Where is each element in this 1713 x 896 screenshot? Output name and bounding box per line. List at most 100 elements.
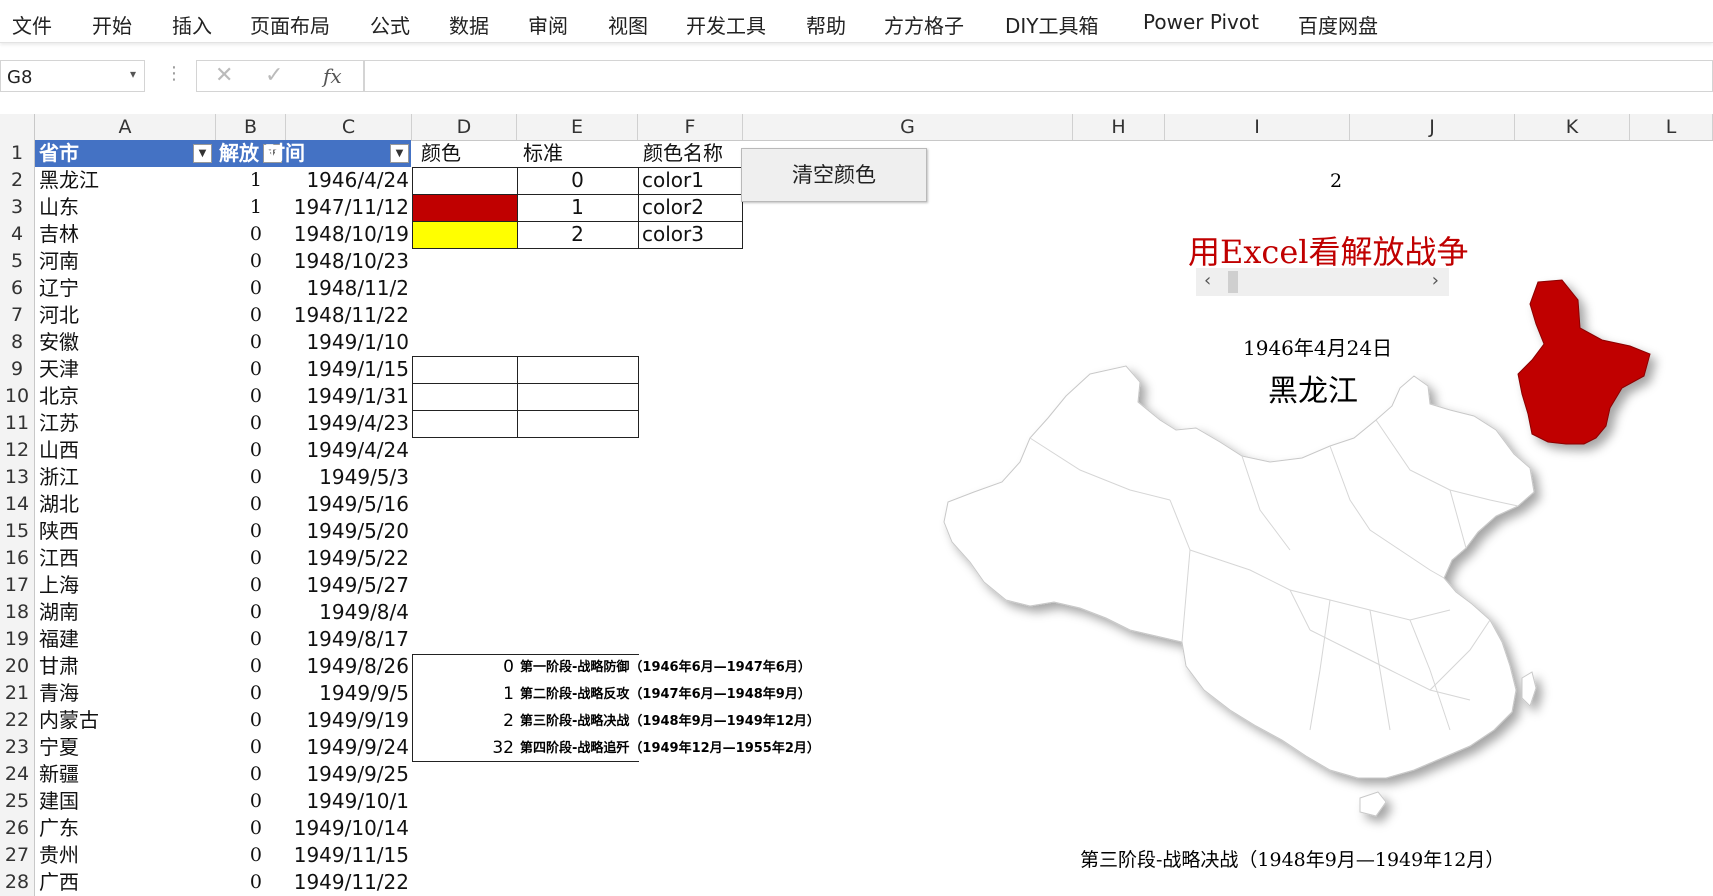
- column-header-L[interactable]: L: [1630, 114, 1713, 140]
- name-box[interactable]: G8 ▾: [0, 60, 145, 92]
- row-header[interactable]: 7: [0, 302, 34, 329]
- cell-date[interactable]: 1949/8/4: [265, 599, 409, 626]
- cell-date[interactable]: 1948/11/22: [265, 302, 409, 329]
- row-header[interactable]: 1: [0, 140, 34, 167]
- cell-province[interactable]: 山东: [39, 194, 214, 221]
- select-all-corner[interactable]: [0, 114, 35, 140]
- cell-liberated[interactable]: 0: [205, 599, 262, 626]
- cell-liberated[interactable]: 0: [205, 788, 262, 815]
- cell-province[interactable]: 湖北: [39, 491, 214, 518]
- ribbon-tab-8[interactable]: 开发工具: [686, 10, 766, 39]
- cell-province[interactable]: 甘肃: [39, 653, 214, 680]
- cell-province[interactable]: 陕西: [39, 518, 214, 545]
- column-header-B[interactable]: B: [216, 114, 286, 140]
- cell-date[interactable]: 1949/5/3: [265, 464, 409, 491]
- row-header[interactable]: 6: [0, 275, 34, 302]
- ribbon-tab-5[interactable]: 数据: [449, 10, 489, 39]
- column-header-E[interactable]: E: [517, 114, 638, 140]
- row-header[interactable]: 28: [0, 869, 34, 896]
- cell-province[interactable]: 江苏: [39, 410, 214, 437]
- row-header[interactable]: 17: [0, 572, 34, 599]
- cell-province[interactable]: 广东: [39, 815, 214, 842]
- cell-province[interactable]: 新疆: [39, 761, 214, 788]
- cell-liberated[interactable]: 0: [205, 761, 262, 788]
- ribbon-tab-10[interactable]: 方方格子: [884, 10, 964, 39]
- row-header[interactable]: 14: [0, 491, 34, 518]
- cell-color-name[interactable]: color2: [642, 194, 704, 221]
- ribbon-tab-0[interactable]: 文件: [12, 10, 52, 39]
- ribbon-tab-2[interactable]: 插入: [172, 10, 212, 39]
- column-header-I[interactable]: I: [1165, 114, 1350, 140]
- cell-province[interactable]: 福建: [39, 626, 214, 653]
- row-header[interactable]: 23: [0, 734, 34, 761]
- cell-color-name[interactable]: color1: [642, 167, 704, 194]
- cell-date[interactable]: 1949/5/16: [265, 491, 409, 518]
- row-header[interactable]: 5: [0, 248, 34, 275]
- ribbon-tab-13[interactable]: 百度网盘: [1298, 10, 1378, 39]
- cell-liberated[interactable]: 0: [205, 221, 262, 248]
- cell-province[interactable]: 安徽: [39, 329, 214, 356]
- row-header[interactable]: 13: [0, 464, 34, 491]
- cell-date[interactable]: 1949/11/22: [265, 869, 409, 896]
- cell-liberated[interactable]: 0: [205, 518, 262, 545]
- cell-liberated[interactable]: 0: [205, 842, 262, 869]
- cell-province[interactable]: 上海: [39, 572, 214, 599]
- cell-province[interactable]: 宁夏: [39, 734, 214, 761]
- cell-date[interactable]: 1949/4/23: [265, 410, 409, 437]
- cell-liberated[interactable]: 0: [205, 356, 262, 383]
- cell-date[interactable]: 1949/10/1: [265, 788, 409, 815]
- cell-date[interactable]: 1949/5/27: [265, 572, 409, 599]
- ribbon-tab-4[interactable]: 公式: [370, 10, 410, 39]
- column-header-J[interactable]: J: [1350, 114, 1515, 140]
- cell-province[interactable]: 江西: [39, 545, 214, 572]
- cell-liberated[interactable]: 0: [205, 680, 262, 707]
- color-swatch[interactable]: [413, 222, 517, 248]
- cell-liberated[interactable]: 0: [205, 734, 262, 761]
- row-header[interactable]: 8: [0, 329, 34, 356]
- row-header[interactable]: 10: [0, 383, 34, 410]
- cell-date[interactable]: 1949/5/22: [265, 545, 409, 572]
- cell-province[interactable]: 青海: [39, 680, 214, 707]
- ribbon-tab-6[interactable]: 审阅: [528, 10, 568, 39]
- cell-date[interactable]: 1949/1/10: [265, 329, 409, 356]
- cell-date[interactable]: 1949/9/5: [265, 680, 409, 707]
- chevron-down-icon[interactable]: ▾: [130, 67, 136, 81]
- row-header[interactable]: 19: [0, 626, 34, 653]
- column-header-C[interactable]: C: [286, 114, 412, 140]
- row-header[interactable]: 9: [0, 356, 34, 383]
- cell-liberated[interactable]: 0: [205, 302, 262, 329]
- row-header[interactable]: 21: [0, 680, 34, 707]
- color-swatch[interactable]: [413, 195, 517, 221]
- column-header-K[interactable]: K: [1515, 114, 1630, 140]
- stage-label[interactable]: 第一阶段-战略防御（1946年6月—1947年6月）: [520, 654, 811, 681]
- cell-color-name[interactable]: color3: [642, 221, 704, 248]
- filter-dropdown-icon[interactable]: ▼: [193, 144, 212, 163]
- row-header[interactable]: 16: [0, 545, 34, 572]
- row-header[interactable]: 20: [0, 653, 34, 680]
- cell-liberated[interactable]: 0: [205, 545, 262, 572]
- sort-filter-icon[interactable]: ▼: [390, 144, 409, 163]
- cell-liberated[interactable]: 0: [205, 572, 262, 599]
- ribbon-tab-11[interactable]: DIY工具箱: [1005, 10, 1099, 39]
- cell-date[interactable]: 1948/10/19: [265, 221, 409, 248]
- stage-value[interactable]: 0: [412, 654, 514, 681]
- cell-standard[interactable]: 1: [517, 194, 638, 221]
- confirm-icon[interactable]: ✓: [265, 63, 283, 88]
- ribbon-tab-12[interactable]: Power Pivot: [1143, 10, 1259, 34]
- cell-date[interactable]: 1949/1/31: [265, 383, 409, 410]
- cell-date[interactable]: 1949/9/19: [265, 707, 409, 734]
- cell-province[interactable]: 北京: [39, 383, 214, 410]
- column-header-G[interactable]: G: [743, 114, 1073, 140]
- cell-liberated[interactable]: 0: [205, 464, 262, 491]
- cell-province[interactable]: 河北: [39, 302, 214, 329]
- cell-date[interactable]: 1946/4/24: [265, 167, 409, 194]
- row-header[interactable]: 25: [0, 788, 34, 815]
- column-header-A[interactable]: A: [35, 114, 216, 140]
- cell-province[interactable]: 黑龙江: [39, 167, 214, 194]
- row-header[interactable]: 2: [0, 167, 34, 194]
- ribbon-tab-3[interactable]: 页面布局: [250, 10, 330, 39]
- ribbon-tab-7[interactable]: 视图: [608, 10, 648, 39]
- cell-province[interactable]: 湖南: [39, 599, 214, 626]
- cell-liberated[interactable]: 0: [205, 329, 262, 356]
- row-header[interactable]: 26: [0, 815, 34, 842]
